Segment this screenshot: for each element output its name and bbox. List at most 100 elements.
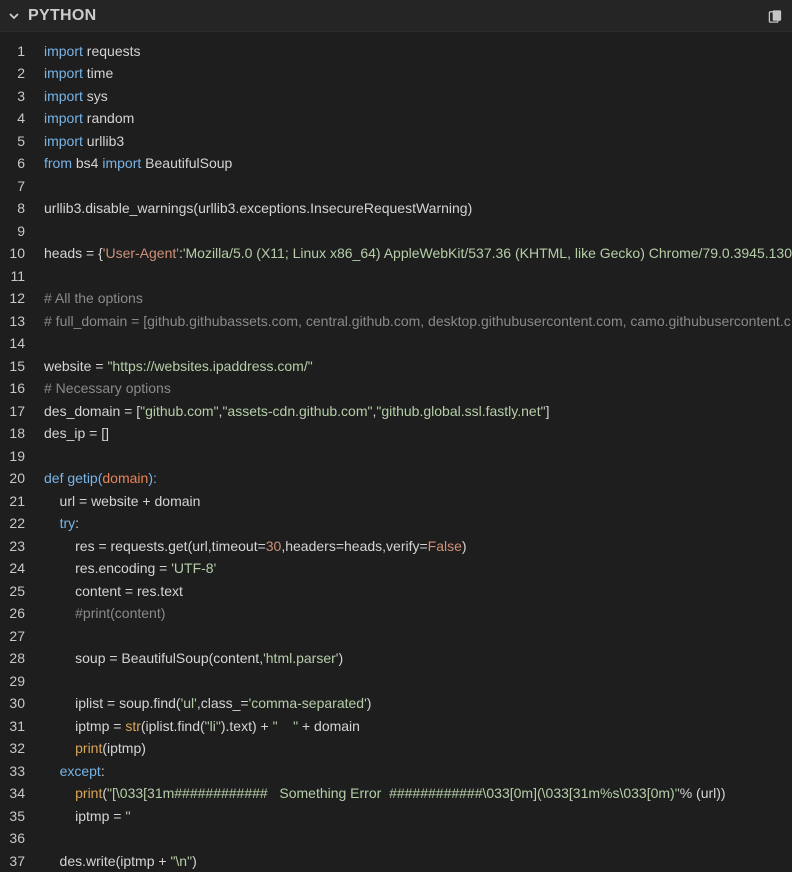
code-token: def: [44, 470, 63, 486]
code-text: #print(content): [44, 602, 165, 625]
code-token: [44, 515, 60, 531]
line-number: 8: [0, 197, 25, 220]
line-number: 13: [0, 310, 25, 333]
panel-title: PYTHON: [28, 7, 96, 25]
code-token: from: [44, 155, 72, 171]
code-text: heads = {'User-Agent':'Mozilla/5.0 (X11;…: [44, 242, 792, 265]
code-token: 'User-Agent': [103, 245, 179, 261]
code-text: des_domain = ["github.com","assets-cdn.g…: [44, 400, 549, 423]
code-text: res.encoding = 'UTF-8': [44, 557, 216, 580]
code-token: url = website + domain: [44, 493, 200, 509]
code-token: urllib3.disable_warnings(urllib3.excepti…: [44, 200, 472, 216]
code-text: iplist = soup.find('ul',class_='comma-se…: [44, 692, 371, 715]
code-token: des_domain = [: [44, 403, 140, 419]
line-number: 22: [0, 512, 25, 535]
code-line: 20def getip(domain):: [0, 467, 792, 490]
code-token: random: [83, 110, 134, 126]
code-token: :: [101, 763, 105, 779]
code-line: 7: [0, 175, 792, 198]
code-text: des_ip = []: [44, 422, 109, 445]
code-token: import: [44, 43, 83, 59]
code-text: iptmp = str(iplist.find("li").text) + " …: [44, 715, 360, 738]
code-token: iptmp =: [44, 808, 125, 824]
code-text: des.write(iptmp + "\n"): [44, 850, 197, 872]
code-token: "assets-cdn.github.com": [222, 403, 372, 419]
code-line: 12 # All the options: [0, 287, 792, 310]
code-token: getip: [67, 470, 97, 486]
clipboard-icon: [768, 9, 783, 24]
code-token: ): [192, 853, 197, 869]
code-token: "[\033[31m############ Something Error #…: [107, 785, 680, 801]
code-token: ,class_=: [197, 695, 249, 711]
code-token: "https://websites.ipaddress.com/": [107, 358, 312, 374]
code-token: import: [44, 65, 83, 81]
code-text: import sys: [44, 85, 108, 108]
line-number: 35: [0, 805, 25, 828]
code-token: "\n": [170, 853, 192, 869]
code-token: 'ul': [181, 695, 197, 711]
code-token: ): [367, 695, 372, 711]
code-panel-header: PYTHON: [0, 0, 792, 32]
code-token: ):: [148, 470, 157, 486]
code-text: # All the options: [44, 287, 143, 310]
code-text: import urllib3: [44, 130, 124, 153]
line-number: 33: [0, 760, 25, 783]
line-number: 32: [0, 737, 25, 760]
code-line: 9: [0, 220, 792, 243]
code-line: 36: [0, 827, 792, 850]
line-number: 18: [0, 422, 25, 445]
line-number: 2: [0, 62, 25, 85]
code-text: website = "https://websites.ipaddress.co…: [44, 355, 313, 378]
line-number: 19: [0, 445, 25, 468]
code-line: 19: [0, 445, 792, 468]
code-token: (iptmp): [102, 740, 146, 756]
code-token: " ": [273, 718, 299, 734]
copy-button[interactable]: [766, 7, 784, 25]
collapse-toggle[interactable]: [0, 0, 28, 31]
code-line: 5 import urllib3: [0, 130, 792, 153]
code-line: 33 except:: [0, 760, 792, 783]
line-number: 29: [0, 670, 25, 693]
code-token: 'Mozilla/5.0 (X11; Linux x86_64) AppleWe…: [183, 245, 792, 261]
line-number: 23: [0, 535, 25, 558]
code-token: [44, 763, 60, 779]
line-number: 12: [0, 287, 25, 310]
code-line: 34 print("[\033[31m############ Somethin…: [0, 782, 792, 805]
code-line: 3 import sys: [0, 85, 792, 108]
code-token: 'comma-separated': [249, 695, 367, 711]
line-number: 4: [0, 107, 25, 130]
line-number: 28: [0, 647, 25, 670]
code-token: des.write(iptmp +: [44, 853, 170, 869]
line-number: 3: [0, 85, 25, 108]
line-number: 5: [0, 130, 25, 153]
code-token: # All the options: [44, 290, 143, 306]
code-token: res.encoding =: [44, 560, 171, 576]
code-text: res = requests.get(url,timeout=30,header…: [44, 535, 467, 558]
code-token: iplist = soup.find(: [44, 695, 181, 711]
code-token: [44, 740, 75, 756]
code-token: str: [125, 718, 141, 734]
code-token: % (url)): [680, 785, 726, 801]
chevron-down-icon: [8, 10, 20, 22]
code-line: 27: [0, 625, 792, 648]
code-line: 16# Necessary options: [0, 377, 792, 400]
code-token: ]: [546, 403, 550, 419]
code-token: res = requests.get(url,timeout=: [44, 538, 266, 554]
code-token: # full_domain = [github.githubassets.com…: [44, 313, 791, 329]
code-token: try: [60, 515, 76, 531]
code-token: # Necessary options: [44, 380, 171, 396]
code-token: des_ip = []: [44, 425, 109, 441]
line-number: 36: [0, 827, 25, 850]
code-text: print("[\033[31m############ Something E…: [44, 782, 726, 805]
code-line: 11: [0, 265, 792, 288]
code-line: 13 # full_domain = [github.githubassets.c…: [0, 310, 792, 333]
code-token: BeautifulSoup: [141, 155, 232, 171]
code-token: #print(content): [44, 605, 165, 621]
code-token: content = res.text: [44, 583, 183, 599]
code-text: urllib3.disable_warnings(urllib3.excepti…: [44, 197, 472, 220]
code-line: 14: [0, 332, 792, 355]
code-line: 24 res.encoding = 'UTF-8': [0, 557, 792, 580]
code-token: requests: [83, 43, 141, 59]
code-line: 17des_domain = ["github.com","assets-cdn…: [0, 400, 792, 423]
code-text: from bs4 import BeautifulSoup: [44, 152, 232, 175]
